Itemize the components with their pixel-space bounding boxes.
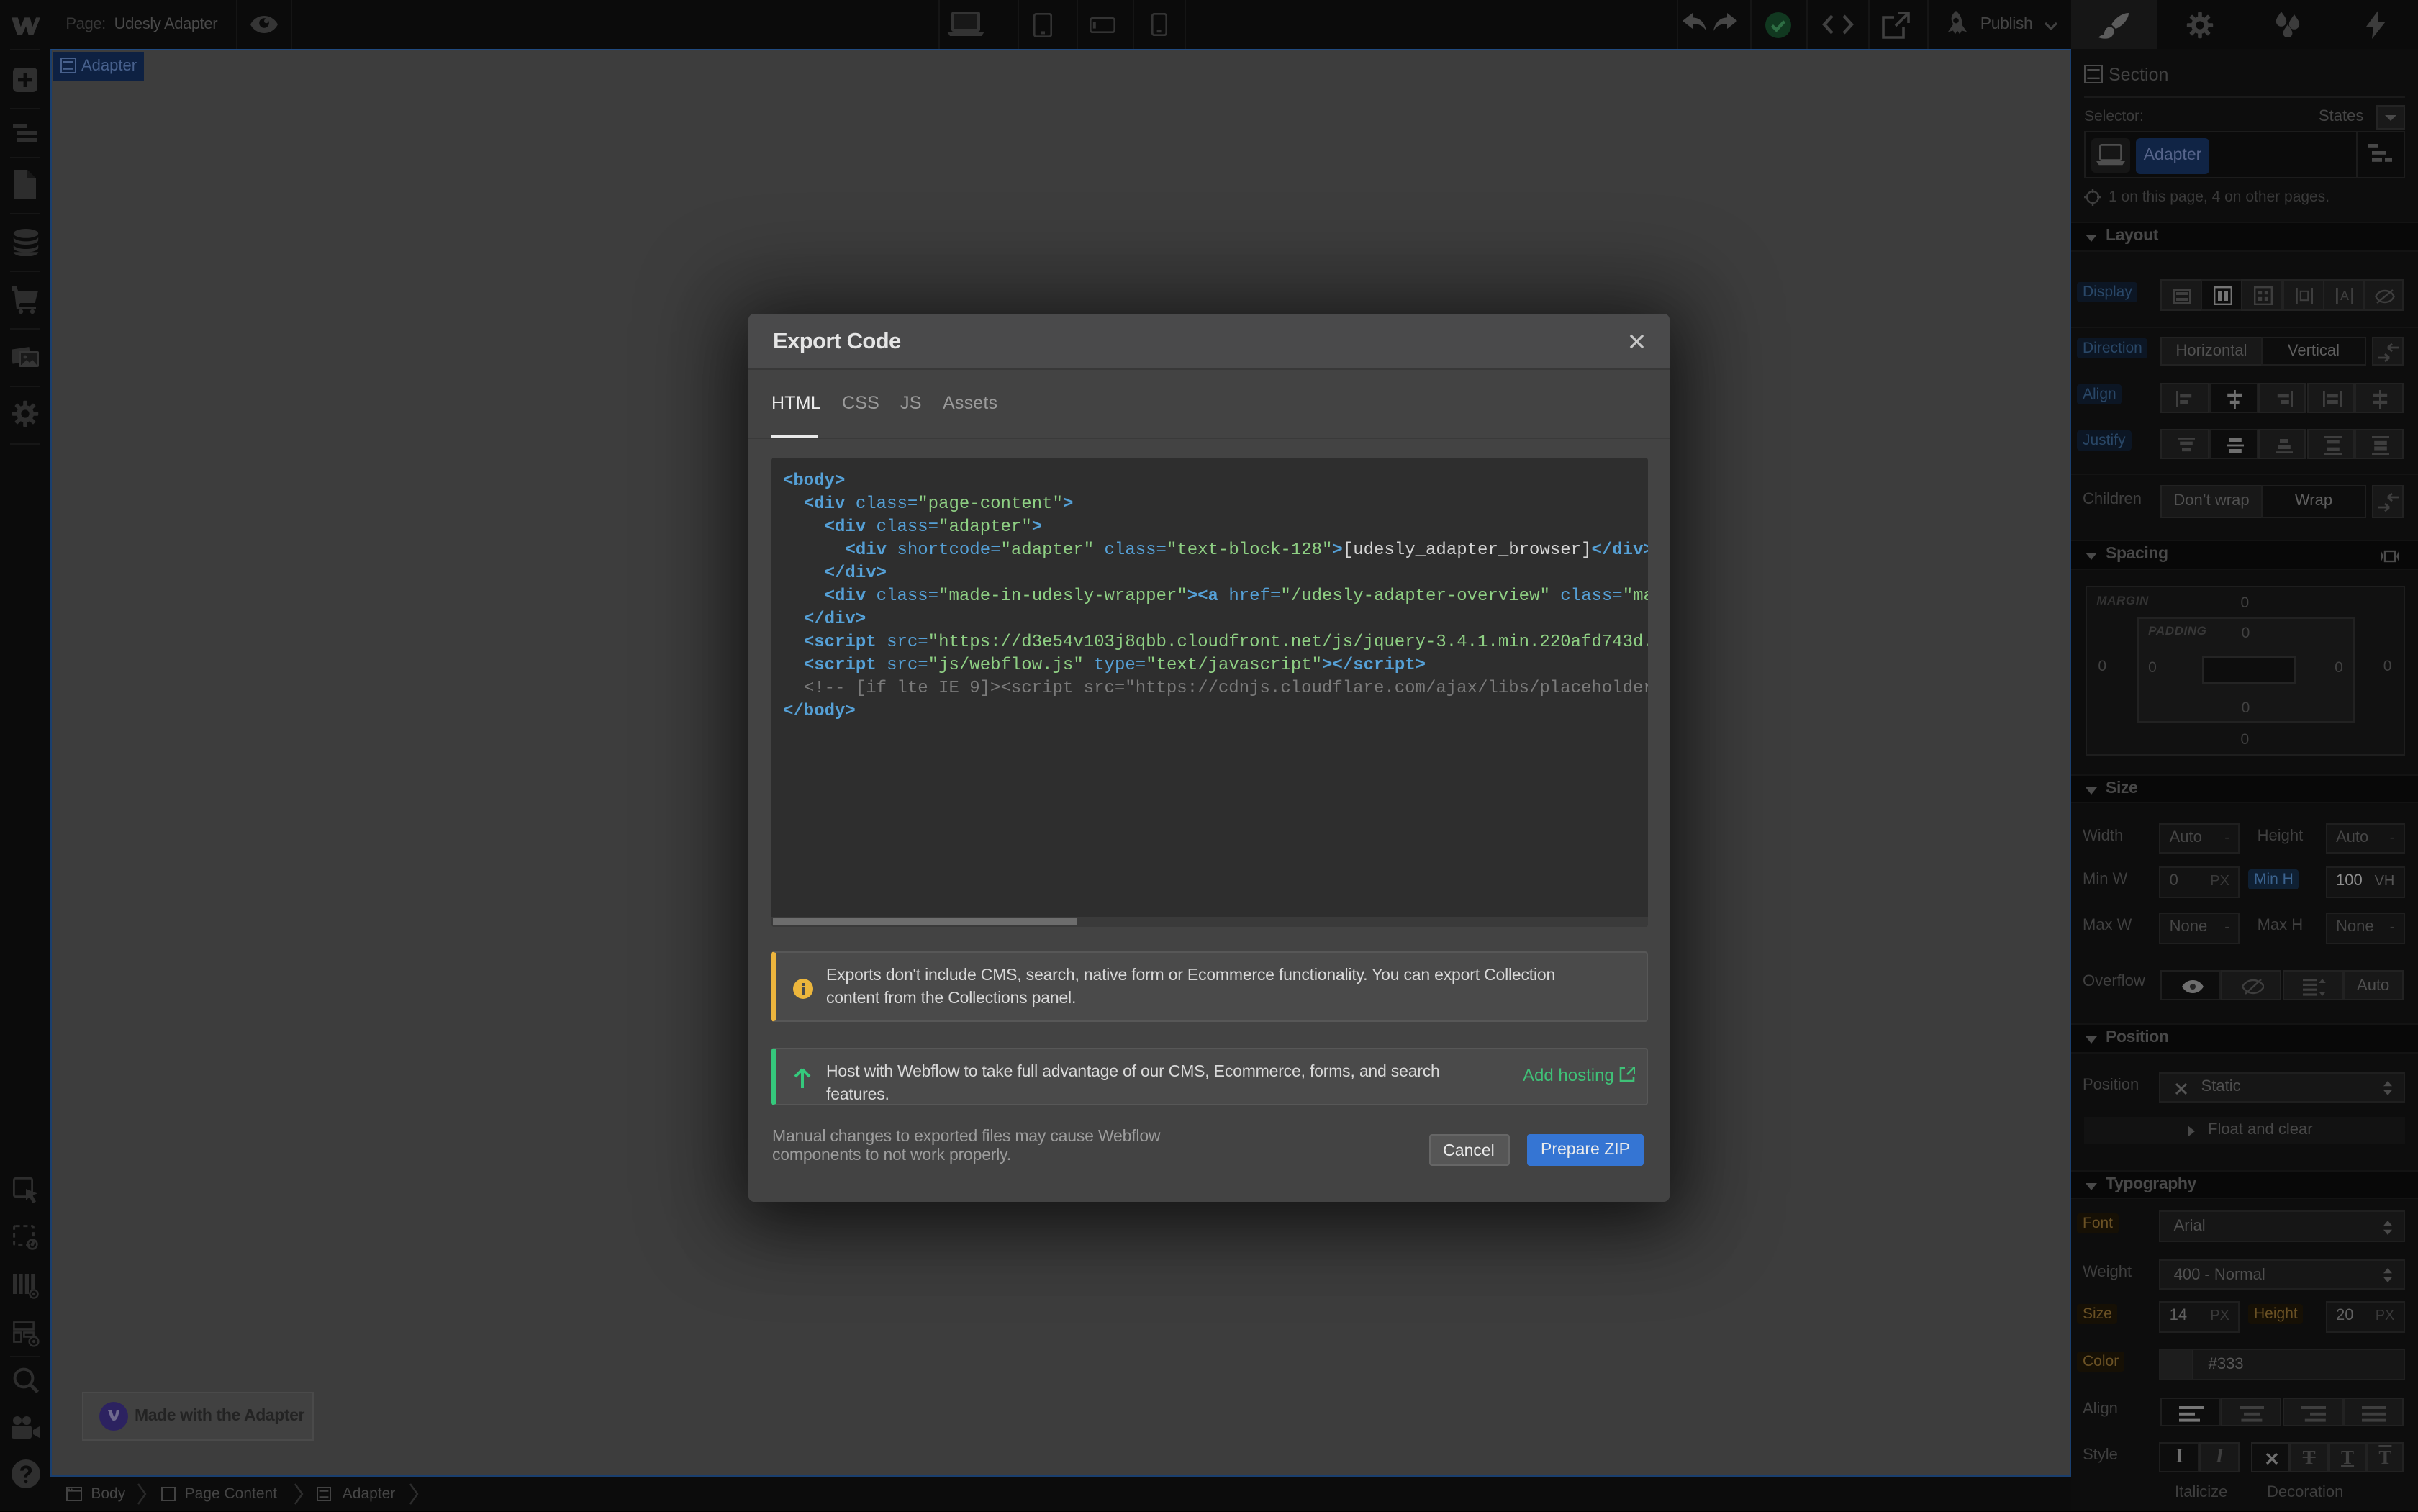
svg-text:A: A [2340, 289, 2348, 304]
